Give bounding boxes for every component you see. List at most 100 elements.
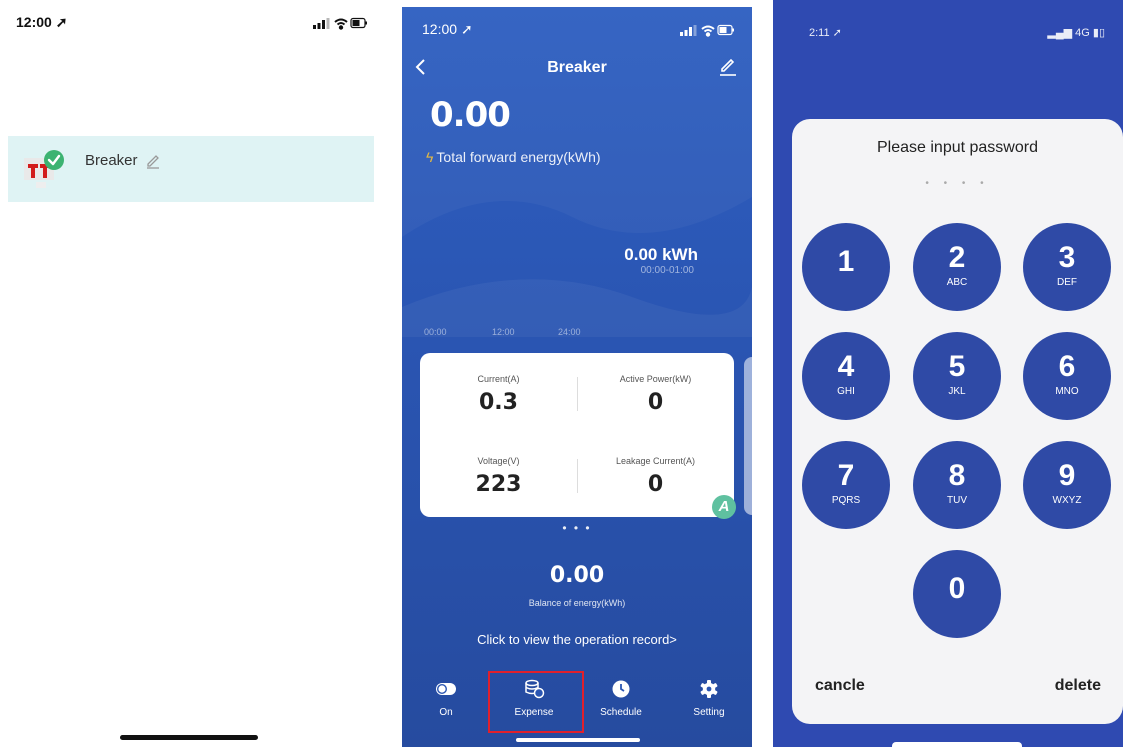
- stat-label: Active Power(kW): [619, 374, 692, 384]
- delete-button[interactable]: delete: [1055, 677, 1101, 695]
- breaker-device-icon: [24, 150, 64, 188]
- key-digit: 8: [948, 459, 966, 492]
- stat-active-power: Active Power(kW) 0: [577, 374, 734, 415]
- breaker-detail-screen: 12:00 ➚ Breaker 0.00 ϟ Total forward ener…: [402, 7, 752, 747]
- stat-voltage: Voltage(V) 223: [420, 456, 577, 497]
- edit-pencil-icon[interactable]: [718, 57, 738, 77]
- key-letters: WXYZ: [1052, 495, 1082, 506]
- page-indicator: • • •: [562, 521, 592, 535]
- key-3[interactable]: 3 DEF: [1023, 223, 1111, 311]
- stat-label: Current(A): [477, 374, 520, 384]
- location-arrow-icon: ➚: [832, 27, 842, 39]
- key-letters: PQRS: [831, 495, 861, 506]
- home-indicator: [120, 735, 258, 740]
- key-4[interactable]: 4 GHI: [802, 332, 890, 420]
- home-indicator: [516, 738, 640, 742]
- key-digit: 1: [837, 245, 855, 278]
- axis-tick-label: 12:00: [492, 327, 515, 337]
- pin-dots: • • • •: [925, 178, 990, 189]
- key-6[interactable]: 6 MNO: [1023, 332, 1111, 420]
- password-sheet: Please input password • • • • 1 2 ABC 3 …: [792, 119, 1123, 724]
- location-arrow-icon: ➚: [460, 21, 473, 37]
- home-indicator: [892, 742, 1022, 747]
- location-arrow-icon: ➚: [55, 14, 68, 30]
- key-8[interactable]: 8 TUV: [913, 441, 1001, 529]
- total-forward-energy-label: ϟ Total forward energy(kWh): [426, 149, 601, 165]
- toggle-icon: [436, 683, 456, 695]
- tab-label: Setting: [693, 707, 725, 718]
- key-0[interactable]: 0: [913, 550, 1001, 638]
- pencil-icon[interactable]: [145, 153, 161, 169]
- status-icons: [313, 17, 367, 30]
- online-check-icon: [44, 150, 64, 170]
- battery-icon: [717, 24, 734, 36]
- stat-leakage-current: Leakage Current(A) 0: [577, 456, 734, 497]
- network-type: 4G: [1075, 27, 1090, 39]
- status-icons: ▂▄▆ 4G ▮▯: [1047, 26, 1105, 39]
- tab-setting[interactable]: Setting: [674, 679, 744, 718]
- key-digit: 0: [948, 572, 966, 605]
- hour-energy-range: 00:00-01:00: [640, 265, 694, 276]
- stat-value: 0: [647, 390, 664, 415]
- password-screen: 2:11 ➚ ▂▄▆ 4G ▮▯ Please input password •…: [773, 0, 1123, 747]
- divider: [577, 459, 578, 493]
- signal-icon: [680, 25, 697, 36]
- stat-label: Voltage(V): [477, 456, 520, 466]
- stat-current: Current(A) 0.3: [420, 374, 577, 415]
- key-digit: 9: [1058, 459, 1076, 492]
- key-digit: 7: [837, 459, 855, 492]
- device-row-breaker[interactable]: Breaker: [8, 136, 374, 202]
- battery-icon: ▮▯: [1092, 27, 1105, 39]
- signal-icon: ▂▄▆: [1047, 27, 1073, 39]
- key-9[interactable]: 9 WXYZ: [1023, 441, 1111, 529]
- next-card-peek[interactable]: [744, 357, 752, 515]
- stat-value: 0.3: [479, 390, 518, 415]
- status-bar: 12:00 ➚: [422, 21, 736, 41]
- operation-record-link[interactable]: Click to view the operation record>: [402, 632, 752, 647]
- nav-bar: Breaker: [402, 55, 752, 81]
- key-2[interactable]: 2 ABC: [913, 223, 1001, 311]
- status-bar: 12:00 ➚: [16, 14, 369, 34]
- status-bar: 2:11 ➚ ▂▄▆ 4G ▮▯: [809, 26, 1105, 44]
- battery-icon: [350, 17, 367, 29]
- key-letters: TUV: [947, 495, 967, 506]
- gear-icon: [700, 680, 718, 698]
- screenshot-collage: 12:00 ➚ Breaker 12:00 ➚ Breaker 0.00 ϟ T…: [0, 0, 1123, 747]
- tab-schedule[interactable]: Schedule: [586, 679, 656, 718]
- stat-value: 0: [647, 472, 664, 497]
- total-forward-energy-value: 0.00: [430, 95, 511, 135]
- key-letters: MNO: [1055, 386, 1079, 397]
- key-letters: GHI: [837, 386, 855, 397]
- key-letters: JKL: [948, 386, 966, 397]
- lightning-bolt-icon: ϟ: [426, 149, 434, 165]
- key-letters: DEF: [1057, 277, 1077, 288]
- axis-tick-label: 00:00: [424, 327, 447, 337]
- balance-value: 0.00: [549, 563, 605, 588]
- stat-label: Leakage Current(A): [615, 456, 696, 466]
- wifi-icon: [334, 18, 348, 30]
- divider: [577, 377, 578, 411]
- status-time: 12:00 ➚: [422, 21, 473, 37]
- status-time: 2:11 ➚: [809, 27, 842, 39]
- key-5[interactable]: 5 JKL: [913, 332, 1001, 420]
- hour-energy-value: 0.00 kWh: [624, 245, 698, 264]
- key-1[interactable]: 1: [802, 223, 890, 311]
- cancel-button[interactable]: cancle: [815, 677, 865, 695]
- key-digit: 2: [948, 241, 966, 274]
- key-digit: 5: [948, 350, 966, 383]
- key-7[interactable]: 7 PQRS: [802, 441, 890, 529]
- key-digit: 4: [837, 350, 855, 383]
- signal-icon: [313, 18, 330, 29]
- assistant-badge[interactable]: A: [712, 495, 736, 519]
- device-list-screen: 12:00 ➚ Breaker: [0, 0, 385, 747]
- key-digit: 6: [1058, 350, 1076, 383]
- stat-value: 223: [475, 472, 522, 497]
- axis-tick-label: 24:00: [558, 327, 581, 337]
- key-digit: 3: [1058, 241, 1076, 274]
- tab-on[interactable]: On: [411, 679, 481, 718]
- status-time: 12:00 ➚: [16, 14, 68, 30]
- status-icons: [680, 24, 734, 37]
- wifi-icon: [701, 25, 715, 37]
- tab-label: Schedule: [600, 707, 642, 718]
- electrical-stats-card[interactable]: Current(A) 0.3 Active Power(kW) 0 Voltag…: [420, 353, 736, 519]
